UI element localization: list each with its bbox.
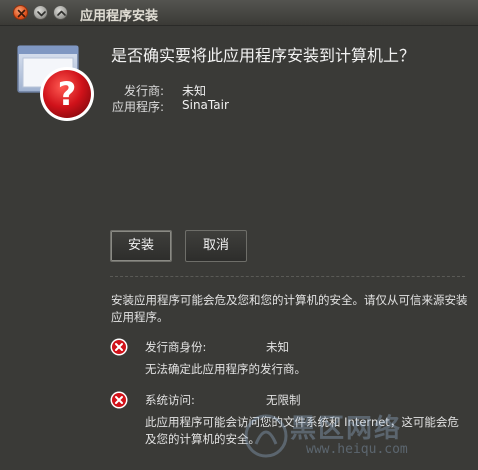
error-icon	[110, 391, 128, 409]
publisher-label: 发行商:	[123, 84, 164, 98]
close-window-button[interactable]	[13, 5, 28, 20]
publisher-identity-value: 未知	[266, 340, 289, 354]
minimize-window-button[interactable]	[33, 5, 48, 20]
cancel-button[interactable]: 取消	[185, 230, 247, 262]
security-warning-text: 安装应用程序可能会危及您和您的计算机的安全。请仅从可信来源安装应用程序。	[111, 293, 468, 324]
dialog-content: ? 是否确实要将此应用程序安装到计算机上？ 发行商: 未知 应用程序: Sina…	[0, 27, 478, 470]
application-value: SinaTair	[182, 98, 229, 112]
separator	[110, 276, 465, 277]
maximize-icon	[57, 10, 66, 16]
install-question: 是否确实要将此应用程序安装到计算机上？	[111, 46, 416, 65]
title-bar[interactable]: 应用程序安装	[0, 0, 478, 26]
watermark-text: 黑区网络	[290, 414, 403, 444]
publisher-identity-label: 发行商身份:	[145, 340, 207, 354]
close-icon	[17, 9, 26, 18]
svg-text:?: ?	[58, 75, 77, 113]
system-access-label: 系统访问:	[145, 393, 195, 407]
watermark: 黑区网络 www.heiqu.com	[242, 408, 472, 466]
publisher-value: 未知	[182, 84, 207, 98]
publisher-identity-description: 无法确定此应用程序的发行商。	[145, 362, 306, 376]
window-title: 应用程序安装	[80, 9, 159, 24]
error-icon	[110, 338, 128, 356]
minimize-icon	[37, 11, 46, 17]
system-access-value: 无限制	[266, 393, 301, 407]
maximize-window-button[interactable]	[53, 5, 68, 20]
application-window-question-icon: ?	[17, 42, 97, 126]
watermark-logo-icon	[244, 414, 288, 458]
install-dialog-window: 应用程序安装 ? 是否确实要将此应用程序安装到计算机上？ 发行商: 未知 应用程…	[0, 0, 478, 470]
install-button[interactable]: 安装	[110, 230, 172, 262]
watermark-url: www.heiqu.com	[306, 442, 408, 457]
application-label: 应用程序:	[111, 100, 164, 114]
